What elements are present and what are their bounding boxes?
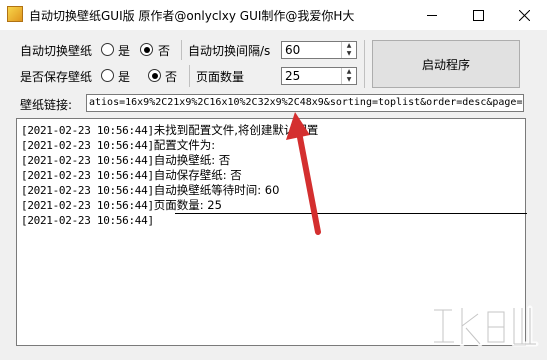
watermark-logo: [431, 305, 539, 347]
